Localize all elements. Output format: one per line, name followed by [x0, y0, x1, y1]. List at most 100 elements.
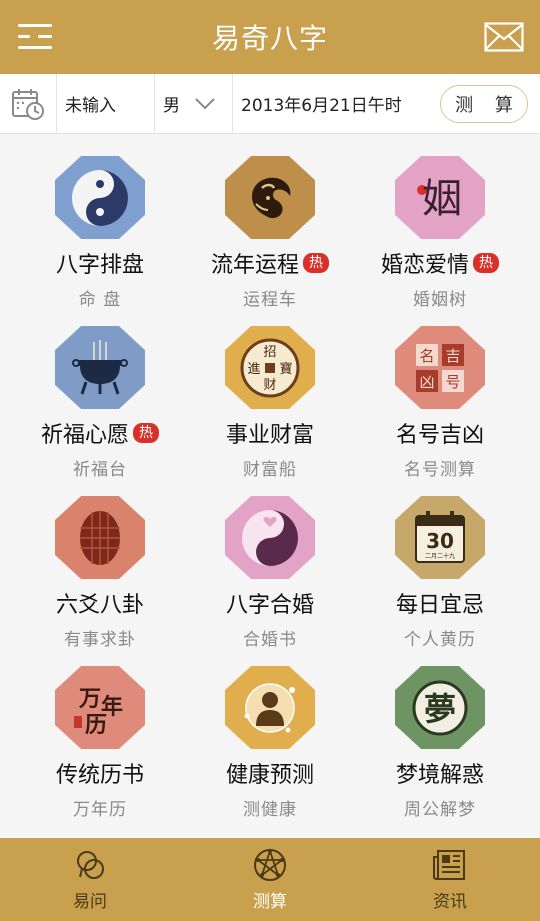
tab-calculate[interactable]: 测算 — [180, 838, 360, 921]
hot-badge: 热 — [133, 423, 159, 443]
feature-label: 健康预测 — [225, 763, 314, 788]
heart-yin-yang-icon — [242, 509, 298, 566]
app-root: 易奇八字 未输入 男 2013年6月21日午时 测 算 八字排盘 命 盘 流年运… — [0, 0, 540, 921]
feature-subtitle: 合婚书 — [243, 630, 297, 650]
coin-icon: 招 财 進 寶 — [240, 338, 300, 397]
gender-select[interactable]: 男 — [154, 73, 232, 134]
feature-label-row: 健康预测 — [226, 757, 314, 789]
feature-label: 名号吉凶 — [395, 423, 484, 448]
feature-label-row: 每日宜忌 — [396, 587, 484, 619]
feature-name-fortune[interactable]: 名 吉 凶 号 名号吉凶 名号测算 — [350, 310, 530, 480]
feature-label: 祈福心愿 — [40, 423, 129, 448]
menu-icon[interactable] — [18, 22, 56, 52]
feature-subtitle: 婚姻树 — [413, 290, 467, 310]
feature-label: 八字排盘 — [55, 253, 144, 278]
chat-icon — [77, 851, 104, 879]
calculate-button[interactable]: 测 算 — [440, 84, 528, 123]
feature-love-marriage[interactable]: 姻 婚恋爱情 热 婚姻树 — [350, 140, 530, 310]
feature-subtitle: 命 盘 — [78, 290, 122, 310]
pentagram-icon — [254, 848, 286, 881]
calendar-clock-icon[interactable] — [0, 74, 56, 134]
calendar-lunar-date: 二月二十九 — [425, 552, 455, 560]
tab-label: 资讯 — [433, 892, 467, 912]
feature-label-row: 婚恋爱情 热 — [381, 247, 499, 279]
feature-icon-bg — [225, 666, 315, 749]
feature-bazi-chart[interactable]: 八字排盘 命 盘 — [10, 140, 190, 310]
tab-label: 易问 — [73, 892, 107, 912]
calendar-day-number: 30 — [426, 529, 454, 553]
news-icon — [433, 850, 465, 880]
feature-label-row: 八字合婚 — [226, 587, 314, 619]
feature-label: 事业财富 — [225, 423, 314, 448]
birth-input-bar: 未输入 男 2013年6月21日午时 测 算 — [0, 73, 540, 134]
tile-glyph-2: 吉 — [445, 347, 460, 365]
almanac-glyph-1: 万 — [78, 686, 101, 712]
feature-grid: 八字排盘 命 盘 流年运程 热 运程车 姻 婚恋爱情 热 婚姻树 祈福心愿 热 … — [0, 140, 540, 838]
feature-label-row: 祈福心愿 热 — [41, 417, 159, 449]
hot-badge: 热 — [303, 253, 329, 273]
tab-news[interactable]: 资讯 — [360, 838, 540, 921]
feature-icon-bg — [225, 156, 315, 239]
feature-label-row: 流年运程 热 — [211, 247, 329, 279]
feature-label: 每日宜忌 — [395, 593, 484, 618]
tile-glyph-1: 名 — [419, 347, 434, 365]
feature-yearly-fortune[interactable]: 流年运程 热 运程车 — [180, 140, 360, 310]
glyph-text: 夢 — [424, 690, 456, 728]
hot-badge: 热 — [473, 253, 499, 273]
feature-label: 六爻八卦 — [55, 593, 144, 618]
feature-icon-bg — [55, 156, 145, 239]
coin-glyph-left: 進 — [247, 362, 260, 377]
top-header: 易奇八字 — [0, 0, 540, 74]
feature-career-wealth[interactable]: 招 财 進 寶 事业财富 财富船 — [180, 310, 360, 480]
feature-daily-almanac[interactable]: 30 二月二十九 每日宜忌 个人黄历 — [350, 480, 530, 650]
app-title: 易奇八字 — [211, 22, 328, 55]
coin-glyph-bottom: 财 — [263, 378, 276, 393]
feature-label-row: 事业财富 — [226, 417, 314, 449]
mail-icon[interactable] — [484, 22, 524, 52]
feature-label: 婚恋爱情 — [380, 253, 469, 278]
yin-yang-icon — [72, 169, 128, 226]
almanac-glyph-3: 历 — [85, 712, 107, 738]
goat-icon — [252, 177, 291, 218]
incense-burner-icon — [72, 339, 128, 394]
feature-label: 传统历书 — [55, 763, 144, 788]
marriage-character-icon: 姻 — [417, 176, 462, 222]
feature-dream-interpretation[interactable]: 夢 梦境解惑 周公解梦 — [350, 650, 530, 820]
feature-icon-bg: 名 吉 凶 号 — [395, 326, 485, 409]
feature-subtitle: 祈福台 — [73, 460, 127, 480]
feature-six-lines[interactable]: 六爻八卦 有事求卦 — [10, 480, 190, 650]
feature-subtitle: 有事求卦 — [64, 630, 136, 650]
feature-icon-bg: 30 二月二十九 — [395, 496, 485, 579]
feature-health-forecast[interactable]: 健康预测 测健康 — [180, 650, 360, 820]
feature-label: 梦境解惑 — [395, 763, 484, 788]
feature-label: 流年运程 — [210, 253, 299, 278]
name-tiles-icon: 名 吉 凶 号 — [416, 343, 464, 392]
tile-glyph-3: 凶 — [419, 373, 434, 391]
feature-icon-bg: 夢 — [395, 666, 485, 749]
feature-label: 八字合婚 — [225, 593, 314, 618]
feature-traditional-almanac[interactable]: 万 年 历 传统历书 万年历 — [10, 650, 190, 820]
feature-subtitle: 周公解梦 — [404, 800, 476, 820]
daily-calendar-icon: 30 二月二十九 — [415, 510, 465, 563]
body-silhouette-icon — [244, 682, 295, 733]
dream-character-icon: 夢 — [412, 680, 468, 735]
name-field[interactable]: 未输入 — [56, 73, 154, 134]
name-value: 未输入 — [65, 96, 116, 116]
gender-value: 男 — [163, 96, 180, 116]
feature-label-row: 八字排盘 — [56, 247, 144, 279]
almanac-character-icon: 万 年 历 — [74, 686, 123, 738]
tab-label: 测算 — [253, 892, 287, 912]
coin-glyph-right: 寶 — [279, 361, 292, 377]
feature-marriage-match[interactable]: 八字合婚 合婚书 — [180, 480, 360, 650]
feature-icon-bg — [55, 496, 145, 579]
feature-icon-bg: 姻 — [395, 156, 485, 239]
feature-icon-bg: 招 财 進 寶 — [225, 326, 315, 409]
feature-label-row: 名号吉凶 — [396, 417, 484, 449]
chevron-down-icon — [195, 97, 215, 109]
birth-date-field[interactable]: 2013年6月21日午时 — [232, 73, 430, 134]
tab-ask[interactable]: 易问 — [0, 838, 180, 921]
feature-subtitle: 财富船 — [243, 460, 297, 480]
feature-subtitle: 万年历 — [73, 800, 127, 820]
feature-prayer-wish[interactable]: 祈福心愿 热 祈福台 — [10, 310, 190, 480]
turtle-shell-icon — [80, 510, 120, 565]
